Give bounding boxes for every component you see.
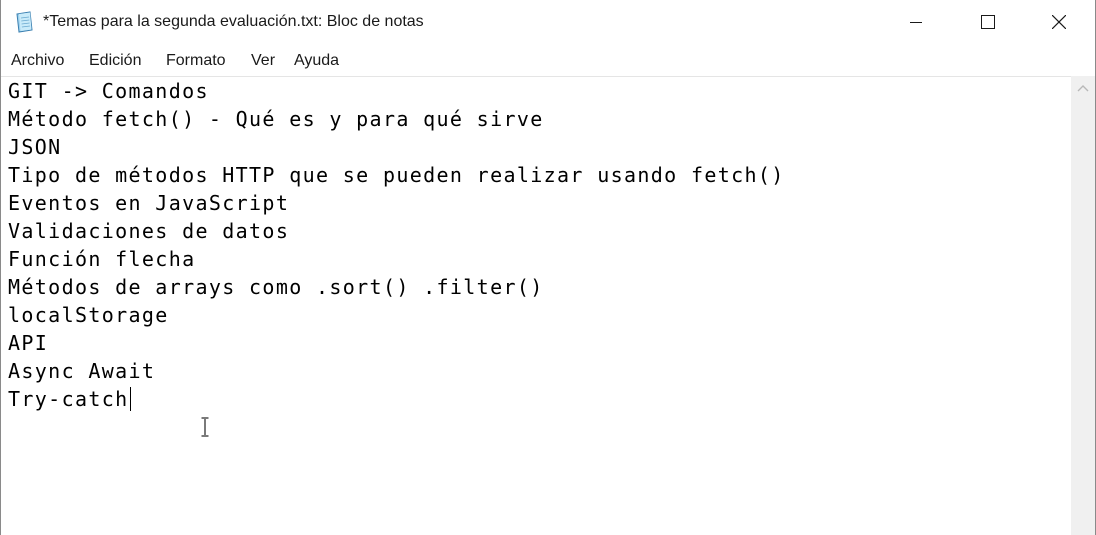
- text-line: Eventos en JavaScript: [8, 191, 290, 215]
- text-line: API: [8, 331, 49, 355]
- window-title: *Temas para la segunda evaluación.txt: B…: [43, 13, 424, 30]
- text-line-content: Try-catch: [8, 387, 129, 411]
- close-icon: [1052, 15, 1066, 29]
- minimize-icon: [910, 22, 922, 23]
- text-line: localStorage: [8, 303, 169, 327]
- menu-ver[interactable]: Ver: [251, 51, 275, 71]
- menu-edicion[interactable]: Edición: [89, 51, 141, 71]
- minimize-button[interactable]: [880, 0, 952, 44]
- text-line: Función flecha: [8, 247, 196, 271]
- text-line: JSON: [8, 135, 62, 159]
- maximize-icon: [981, 15, 995, 29]
- title-bar[interactable]: *Temas para la segunda evaluación.txt: B…: [1, 0, 1095, 44]
- scroll-up-button[interactable]: [1071, 76, 1095, 100]
- notepad-window: *Temas para la segunda evaluación.txt: B…: [0, 0, 1096, 535]
- menu-ayuda[interactable]: Ayuda: [294, 51, 339, 71]
- chevron-up-icon: [1077, 85, 1089, 92]
- close-button[interactable]: [1023, 0, 1095, 44]
- maximize-button[interactable]: [952, 0, 1024, 44]
- text-line: GIT -> Comandos: [8, 79, 209, 103]
- menu-bar: Archivo Edición Formato Ver Ayuda: [1, 47, 1095, 75]
- text-line: Async Await: [8, 359, 156, 383]
- text-editor[interactable]: GIT -> Comandos Método fetch() - Qué es …: [1, 76, 1071, 535]
- menu-formato[interactable]: Formato: [166, 51, 226, 71]
- text-caret: [129, 387, 131, 411]
- text-line: Tipo de métodos HTTP que se pueden reali…: [8, 163, 785, 187]
- menu-archivo[interactable]: Archivo: [11, 51, 64, 71]
- ibeam-cursor-icon: [201, 417, 209, 437]
- text-line: Método fetch() - Qué es y para qué sirve: [8, 107, 544, 131]
- text-line: Validaciones de datos: [8, 219, 290, 243]
- vertical-scrollbar[interactable]: [1071, 76, 1095, 535]
- text-line-last: Try-catch: [8, 385, 131, 413]
- text-line: Métodos de arrays como .sort() .filter(): [8, 275, 544, 299]
- notepad-icon: [16, 11, 33, 33]
